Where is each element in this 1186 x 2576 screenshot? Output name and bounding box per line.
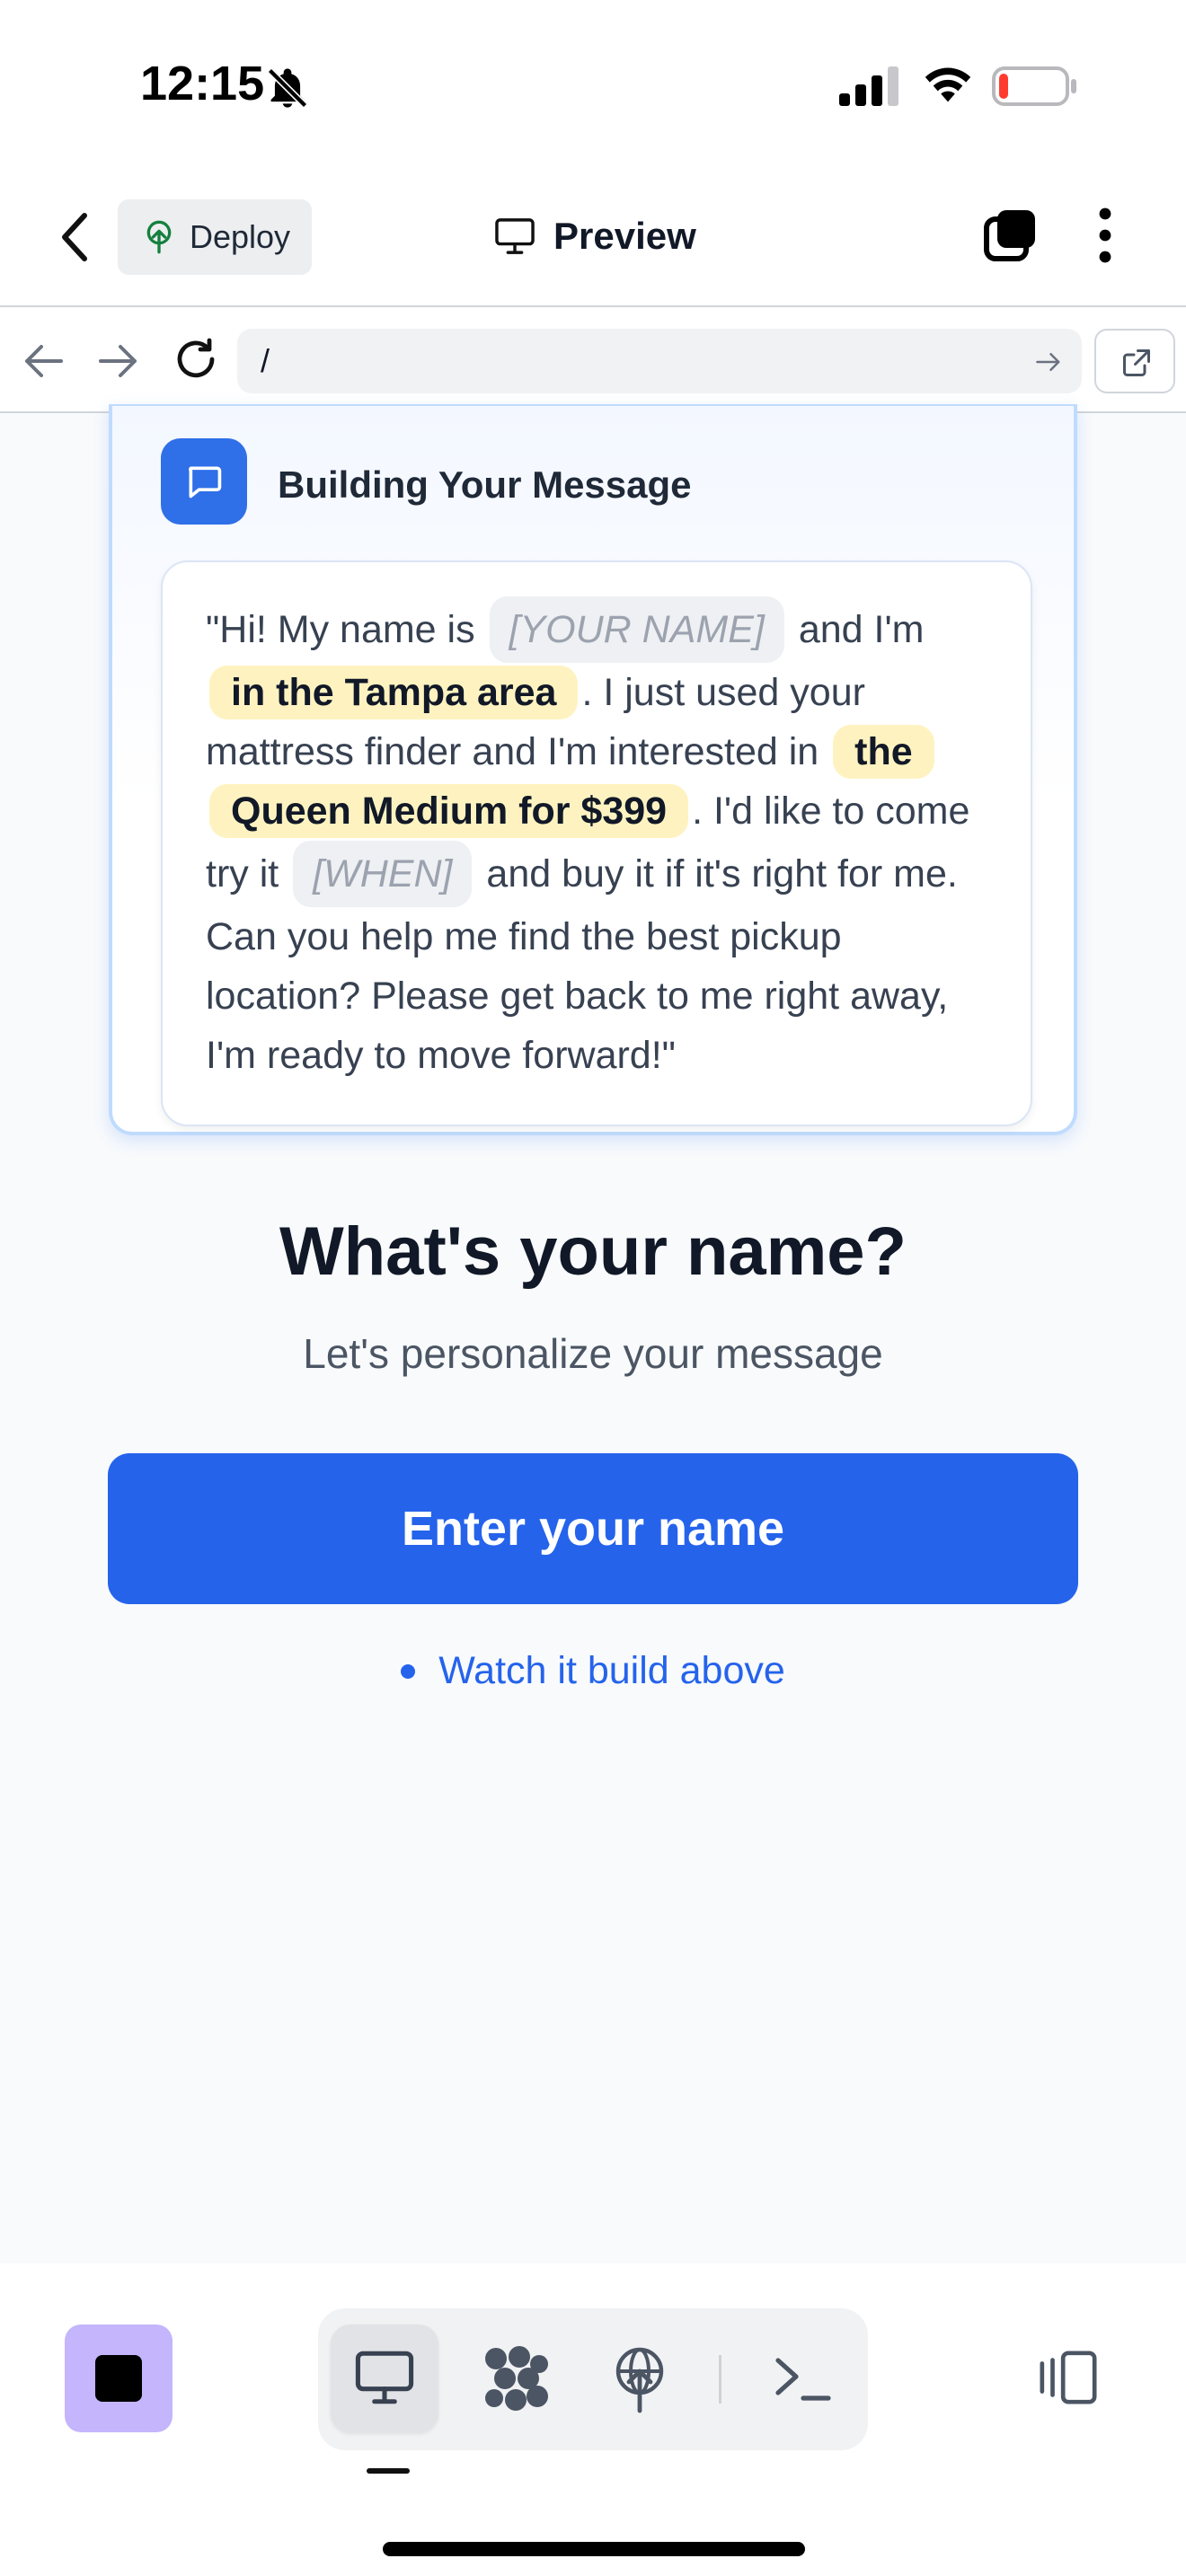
deploy-tree-icon: [146, 220, 172, 254]
deploy-label: Deploy: [190, 218, 291, 255]
reload-icon[interactable]: [173, 336, 219, 383]
status-time: 12:15: [140, 57, 265, 110]
go-arrow-icon[interactable]: [1035, 350, 1062, 374]
more-vertical-icon[interactable]: [1085, 207, 1125, 264]
deploy-button[interactable]: Deploy: [118, 199, 312, 275]
question-subtitle: Let's personalize your message: [303, 1330, 883, 1377]
tool-divider: [719, 2355, 721, 2404]
page-content: Building Your Message "Hi! My name is [Y…: [0, 404, 1186, 2281]
tool-switcher: [318, 2308, 868, 2450]
when-placeholder: [WHEN]: [293, 841, 473, 907]
tool-preview-button[interactable]: [331, 2325, 438, 2432]
browser-bar: /: [0, 305, 1186, 413]
tabs-icon[interactable]: [981, 207, 1039, 264]
card-title: Building Your Message: [278, 463, 692, 506]
wifi-icon: [925, 67, 971, 102]
arrow-left-icon[interactable]: [22, 341, 65, 381]
database-icon[interactable]: [480, 2342, 552, 2414]
chat-icon-badge: [161, 438, 247, 525]
status-bar: 12:15: [0, 0, 1186, 171]
watch-hint-label: Watch it build above: [438, 1649, 785, 1692]
message-text: and I'm: [798, 608, 925, 651]
message-text: "Hi! My name is: [206, 608, 475, 651]
bell-off-icon: [267, 67, 308, 109]
terminal-icon[interactable]: [767, 2342, 839, 2414]
app-header: Deploy Preview: [0, 171, 1186, 305]
signal-icon: [839, 66, 898, 106]
monitor-icon: [495, 218, 535, 254]
chevron-left-icon[interactable]: [54, 210, 97, 264]
hint-dot: [401, 1663, 416, 1679]
battery-icon: [992, 66, 1076, 106]
message-card: Building Your Message "Hi! My name is [Y…: [109, 404, 1077, 1135]
bottom-toolbar: [0, 2263, 1186, 2576]
area-highlight: in the Tampa area: [209, 666, 579, 719]
stop-icon: [95, 2355, 142, 2402]
arrow-right-icon[interactable]: [97, 341, 140, 381]
enter-name-label: Enter your name: [401, 1502, 785, 1556]
panel-icon[interactable]: [1037, 2346, 1100, 2409]
monitor-icon: [355, 2351, 414, 2404]
enter-name-button[interactable]: Enter your name: [108, 1453, 1078, 1604]
active-tab-indicator: [367, 2468, 410, 2474]
message-preview: "Hi! My name is [YOUR NAME] and I'm in t…: [161, 560, 1032, 1126]
url-input[interactable]: /: [237, 329, 1082, 393]
preview-title: Preview: [494, 205, 696, 268]
name-placeholder: [YOUR NAME]: [489, 596, 784, 663]
preview-label: Preview: [553, 215, 696, 257]
watch-hint: Watch it build above: [0, 1649, 1186, 1693]
question-title: What's your name?: [279, 1213, 907, 1290]
home-indicator: [383, 2542, 805, 2556]
globe-icon[interactable]: [604, 2342, 676, 2414]
stop-button[interactable]: [65, 2325, 173, 2432]
chat-icon: [189, 466, 222, 498]
url-text: /: [261, 342, 270, 379]
open-external-button[interactable]: [1094, 329, 1175, 393]
external-link-icon: [1123, 349, 1150, 376]
